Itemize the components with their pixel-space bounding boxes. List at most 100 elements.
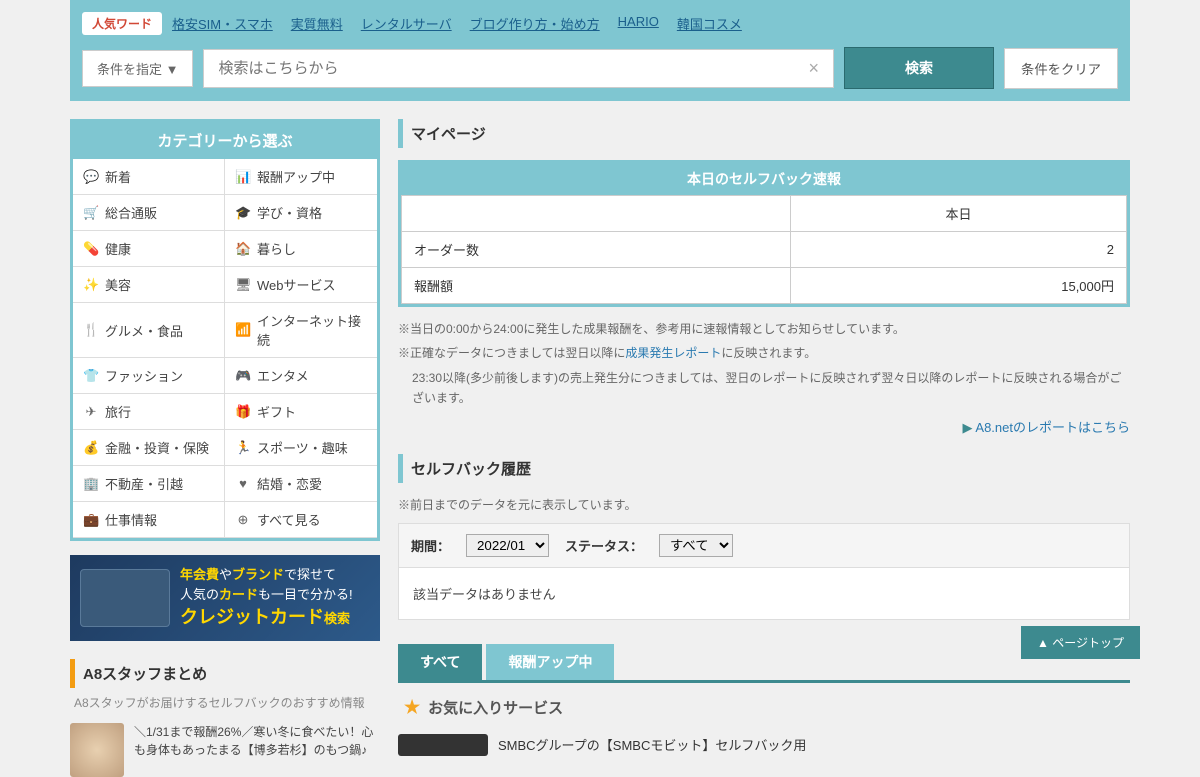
category-item[interactable]: 🎓 学び・資格: [225, 195, 377, 231]
category-label: ファッション: [105, 366, 183, 385]
selfback-report-panel: 本日のセルフバック速報 本日 オーダー数2 報酬額15,000円: [398, 160, 1130, 307]
history-header: セルフバック履歴: [398, 454, 1130, 483]
category-label: Webサービス: [257, 275, 336, 294]
category-icon: 🍴: [83, 322, 99, 338]
popular-link[interactable]: 韓国コスメ: [677, 14, 742, 33]
category-label: 健康: [105, 239, 131, 258]
mypage-header: マイページ: [398, 119, 1130, 148]
category-item[interactable]: 💬 新着: [73, 159, 225, 195]
search-row: 条件を指定 ▼ × 検索 条件をクリア: [70, 47, 1130, 101]
category-item[interactable]: 🖥Webサービス: [225, 267, 377, 303]
star-icon: ★: [404, 697, 420, 718]
status-label: ステータス：: [565, 536, 643, 555]
category-item[interactable]: 💰 金融・投資・保険: [73, 430, 225, 466]
category-item[interactable]: 🎁 ギフト: [225, 394, 377, 430]
period-select[interactable]: 2022/01: [466, 534, 549, 557]
category-item[interactable]: 🛒総合通販: [73, 195, 225, 231]
category-label: すべて見る: [257, 510, 321, 529]
category-item[interactable]: 🏃スポーツ・趣味: [225, 430, 377, 466]
row-orders-label: オーダー数: [402, 232, 791, 268]
page-top-button[interactable]: ▲ ページトップ: [1021, 626, 1140, 659]
popular-link[interactable]: レンタルサーバ: [361, 14, 452, 33]
popular-badge: 人気ワード: [82, 12, 162, 35]
matome-item[interactable]: ＼1/31まで報酬26%／寒い冬に食べたい！心も身体もあったまる【博多若杉】のも…: [70, 723, 380, 777]
category-label: グルメ・食品: [105, 321, 183, 340]
popular-link[interactable]: 格安SIM・スマホ: [172, 14, 273, 33]
category-label: ギフト: [257, 402, 296, 421]
category-label: 暮らし: [257, 239, 296, 258]
favorites-header: ★ お気に入りサービス: [398, 683, 1130, 728]
category-item[interactable]: ⊕ すべて見る: [225, 502, 377, 538]
report-table: 本日 オーダー数2 報酬額15,000円: [401, 195, 1127, 304]
search-button[interactable]: 検索: [844, 47, 994, 89]
report-note: 23:30以降(多少前後します)の売上発生分につきましては、翌日のレポートに反映…: [398, 368, 1130, 409]
a8-report-link[interactable]: A8.netのレポートはこちら: [975, 420, 1130, 435]
category-label: 報酬アップ中: [257, 167, 335, 186]
result-report-link[interactable]: 成果発生レポート: [625, 346, 721, 360]
category-item[interactable]: 🏠 暮らし: [225, 231, 377, 267]
category-label: エンタメ: [257, 366, 309, 385]
service-thumb: [398, 734, 488, 756]
category-item[interactable]: 🏢 不動産・引越: [73, 466, 225, 502]
category-icon: ⊕: [235, 512, 251, 528]
category-label: 仕事情報: [105, 510, 157, 529]
matome-text: ＼1/31まで報酬26%／寒い冬に食べたい！心も身体もあったまる【博多若杉】のも…: [134, 723, 380, 777]
category-label: 学び・資格: [257, 203, 322, 222]
popular-link[interactable]: HARIO: [618, 14, 659, 33]
category-panel: カテゴリーから選ぶ 💬新着📊報酬アップ中🛒総合通販🎓学び・資格💊健康🏠暮らし✨美…: [70, 119, 380, 541]
tab-reward-up[interactable]: 報酬アップ中: [486, 644, 614, 680]
category-icon: ✨: [83, 277, 99, 293]
condition-button[interactable]: 条件を指定 ▼: [82, 50, 193, 87]
col-today: 本日: [790, 196, 1126, 232]
matome-thumb: [70, 723, 124, 777]
category-item[interactable]: ♥結婚・恋愛: [225, 466, 377, 502]
history-note: ※前日までのデータを元に表示しています。: [398, 495, 1130, 515]
row-orders-value: 2: [790, 232, 1126, 268]
category-item[interactable]: ✈旅行: [73, 394, 225, 430]
category-label: 新着: [105, 167, 131, 186]
category-icon: 💬: [83, 169, 99, 185]
history-filter-bar: 期間： 2022/01 ステータス： すべて: [398, 523, 1130, 568]
category-icon: 🎁: [235, 404, 251, 420]
category-icon: 🎮: [235, 368, 251, 384]
row-reward-value: 15,000円: [790, 268, 1126, 304]
category-item[interactable]: 📊 報酬アップ中: [225, 159, 377, 195]
popular-link[interactable]: 実質無料: [291, 14, 343, 33]
category-label: 結婚・恋愛: [257, 474, 322, 493]
status-select[interactable]: すべて: [659, 534, 733, 557]
clear-conditions-button[interactable]: 条件をクリア: [1004, 48, 1118, 89]
tab-all[interactable]: すべて: [398, 644, 482, 680]
category-item[interactable]: 🍴 グルメ・食品: [73, 303, 225, 358]
category-icon: 🛒: [83, 205, 99, 221]
no-data-message: 該当データはありません: [398, 568, 1130, 620]
banner-text: 年会費やブランドで探せて 人気のカードも一目で分かる! クレジットカード検索: [180, 565, 353, 631]
category-icon: 📊: [235, 169, 251, 185]
category-item[interactable]: 💊健康: [73, 231, 225, 267]
matome-header: A8スタッフまとめ: [70, 659, 380, 688]
category-item[interactable]: 🎮 エンタメ: [225, 358, 377, 394]
category-item[interactable]: 👕 ファッション: [73, 358, 225, 394]
category-icon: 💰: [83, 440, 99, 456]
service-row[interactable]: SMBCグループの【SMBCモビット】セルフバック用: [398, 728, 1130, 762]
category-label: 金融・投資・保険: [105, 438, 209, 457]
category-icon: 💼: [83, 512, 99, 528]
report-note: ※正確なデータにつきましては翌日以降に成果発生レポートに反映されます。: [398, 343, 1130, 363]
category-icon: 👕: [83, 368, 99, 384]
category-label: 不動産・引越: [105, 474, 183, 493]
popular-links: 格安SIM・スマホ 実質無料 レンタルサーバ ブログ作り方・始め方 HARIO …: [172, 14, 742, 33]
category-icon: ✈: [83, 404, 99, 420]
category-item[interactable]: 💼 仕事情報: [73, 502, 225, 538]
category-icon: 🏢: [83, 476, 99, 492]
report-header: 本日のセルフバック速報: [401, 163, 1127, 195]
category-label: スポーツ・趣味: [257, 438, 348, 457]
category-item[interactable]: ✨ 美容: [73, 267, 225, 303]
category-label: 美容: [105, 275, 131, 294]
credit-card-banner[interactable]: 年会費やブランドで探せて 人気のカードも一目で分かる! クレジットカード検索: [70, 555, 380, 641]
popular-link[interactable]: ブログ作り方・始め方: [470, 14, 600, 33]
report-note: ※当日の0:00から24:00に発生した成果報酬を、参考用に速報情報としてお知ら…: [398, 319, 1130, 339]
category-icon: 🏠: [235, 241, 251, 257]
category-icon: 🎓: [235, 205, 251, 221]
search-input[interactable]: [204, 50, 794, 87]
category-item[interactable]: 📶インターネット接続: [225, 303, 377, 358]
clear-input-icon[interactable]: ×: [795, 58, 834, 79]
